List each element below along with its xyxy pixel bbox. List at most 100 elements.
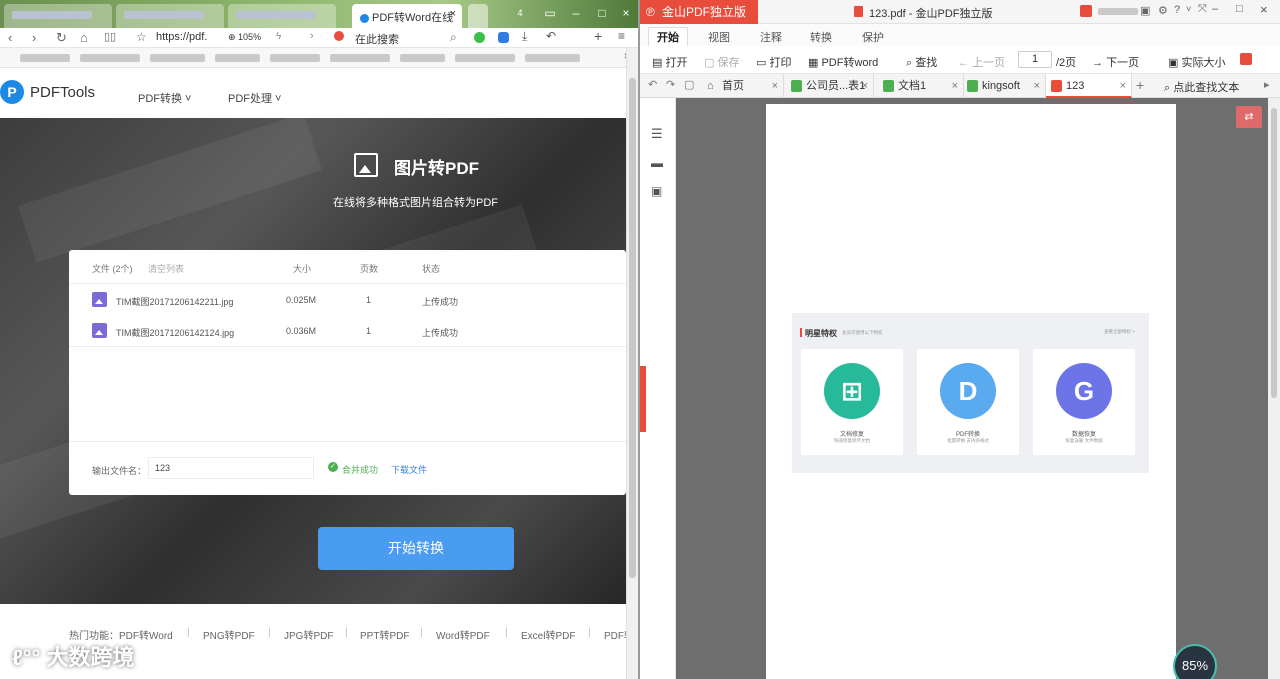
dropdown-icon[interactable]: ˅ xyxy=(1186,4,1191,14)
thumbnails-icon[interactable]: ▣ xyxy=(651,184,662,198)
lightning-icon[interactable]: ϟ xyxy=(276,31,281,42)
outline-icon[interactable]: ☰ xyxy=(651,126,663,142)
star-icon[interactable]: ☆ xyxy=(136,30,147,44)
app-badge[interactable]: ℗ 金山PDF独立版 xyxy=(640,0,758,24)
tab-close-icon[interactable]: × xyxy=(450,8,456,20)
menu-icon[interactable]: ≡ xyxy=(618,29,625,43)
bookmark-blurred[interactable] xyxy=(400,54,445,62)
footer-link[interactable]: Excel转PDF xyxy=(521,627,575,642)
redo-icon[interactable]: ↷ xyxy=(666,78,675,91)
extension-blue-icon[interactable] xyxy=(498,32,509,43)
restore-icon[interactable]: ▭ xyxy=(540,6,560,20)
footer-link[interactable]: PPT转PDF xyxy=(360,627,409,642)
tab-view[interactable]: 视图 xyxy=(708,29,730,45)
tab-annotate[interactable]: 注释 xyxy=(760,29,782,45)
add-icon[interactable]: + xyxy=(594,28,602,44)
address-input[interactable]: https://pdf. xyxy=(156,31,207,43)
download-icon[interactable]: ⤓ xyxy=(522,29,527,44)
bookmark-blurred[interactable] xyxy=(270,54,320,62)
help-icon[interactable]: ? xyxy=(1174,4,1180,16)
tab-close-icon[interactable]: × xyxy=(772,74,778,98)
tab-close-icon[interactable]: × xyxy=(1034,74,1040,98)
tab-close-icon[interactable]: × xyxy=(952,74,958,98)
pdftools-logo-icon[interactable]: P xyxy=(0,80,24,104)
bookmark-blurred[interactable] xyxy=(80,54,140,62)
undo-icon[interactable]: ↶ xyxy=(648,78,657,91)
output-filename-input[interactable]: 123 xyxy=(148,457,314,479)
skin-icon[interactable]: ▣ xyxy=(1140,4,1150,17)
tab-convert[interactable]: 转换 xyxy=(810,29,832,45)
close-window-icon[interactable]: × xyxy=(1260,2,1268,17)
print-button[interactable]: ▭ 打印 xyxy=(756,54,791,70)
tab-close-icon[interactable]: × xyxy=(1120,74,1126,98)
doc-tab-sheet[interactable]: 公司员...表1 × xyxy=(786,74,874,98)
user-avatar-icon[interactable] xyxy=(1080,5,1092,17)
search-icon[interactable]: ⌕ xyxy=(450,30,457,45)
tab-close-icon[interactable]: × xyxy=(862,74,868,98)
footer-link[interactable]: PNG转PDF xyxy=(203,627,255,642)
pdf-to-word-button[interactable]: ▦ PDF转word xyxy=(808,54,878,70)
nav-pdf-convert[interactable]: PDF转换 ˅ xyxy=(138,90,191,106)
save-icon[interactable]: ▢ xyxy=(684,78,694,91)
bookmark-blurred[interactable] xyxy=(20,54,70,62)
search-engine-icon[interactable] xyxy=(334,31,344,41)
fullscreen-icon[interactable]: ⤧ xyxy=(1198,3,1207,16)
zoom-indicator[interactable]: ⊕ 105% xyxy=(228,32,261,43)
brand-name[interactable]: PDFTools xyxy=(30,84,95,101)
settings-icon[interactable]: ⚙ xyxy=(1158,4,1168,17)
find-button[interactable]: ⌕ 查找 xyxy=(906,54,937,70)
bookmark-blurred[interactable] xyxy=(215,54,260,62)
panel-toggle-tab[interactable] xyxy=(640,366,646,432)
footer-link[interactable]: Word转PDF xyxy=(436,627,490,642)
minimize-icon[interactable]: – xyxy=(566,6,586,20)
clear-list-link[interactable]: 清空列表 xyxy=(148,262,184,275)
doc-tab-home[interactable]: ⌂ 首页 × xyxy=(702,74,784,98)
maximize-icon[interactable]: □ xyxy=(592,6,612,20)
bookmark-blurred[interactable] xyxy=(455,54,515,62)
doc-tab-doc1[interactable]: 文档1 × xyxy=(878,74,964,98)
forward-icon[interactable]: › xyxy=(32,30,36,45)
tab-protect[interactable]: 保护 xyxy=(862,29,884,45)
table-row[interactable]: TIM截图20171206142211.jpg 0.025M 1 上传成功 xyxy=(69,285,626,316)
next-page-button[interactable]: → 下一页 xyxy=(1092,54,1139,70)
undo-icon[interactable]: ↶ xyxy=(546,29,556,43)
browser-tab-blurred-2[interactable] xyxy=(116,4,224,28)
extension-wechat-icon[interactable] xyxy=(474,32,485,43)
open-button[interactable]: ▤ 打开 xyxy=(652,54,687,70)
save-button[interactable]: ▢ 保存 xyxy=(704,54,739,70)
doc-tab-123[interactable]: 123 × xyxy=(1046,74,1132,98)
browser-tab-blurred-3[interactable] xyxy=(228,4,336,28)
reload-icon[interactable]: ↻ xyxy=(56,30,67,46)
maximize-icon[interactable]: □ xyxy=(1236,3,1243,15)
prev-page-button[interactable]: ← 上一页 xyxy=(958,54,1005,70)
back-icon[interactable]: ‹ xyxy=(8,30,12,45)
scrollbar-thumb[interactable] xyxy=(1271,108,1277,398)
comments-icon[interactable]: ▬ xyxy=(651,156,663,170)
footer-link[interactable]: JPG转PDF xyxy=(284,627,333,642)
scrollbar-thumb[interactable] xyxy=(629,78,636,578)
search-box[interactable]: 在此搜索 xyxy=(355,31,399,47)
actual-size-button[interactable]: ▣ 实际大小 xyxy=(1168,54,1225,70)
table-row[interactable]: TIM截图20171206142124.jpg 0.036M 1 上传成功 xyxy=(69,316,626,347)
download-file-link[interactable]: 下载文件 xyxy=(391,463,427,476)
start-convert-button[interactable]: 开始转换 xyxy=(318,527,514,570)
more-tool-icon[interactable] xyxy=(1240,53,1252,65)
new-tab-button[interactable] xyxy=(468,4,488,28)
minimize-icon[interactable]: – xyxy=(1212,3,1218,15)
tab-list-icon[interactable]: ▸ xyxy=(1264,78,1270,91)
bookmark-blurred[interactable] xyxy=(330,54,390,62)
next-arrow-icon[interactable]: › xyxy=(310,30,314,42)
pdf-vertical-scrollbar[interactable] xyxy=(1268,98,1280,679)
tab-start[interactable]: 开始 xyxy=(648,27,688,46)
convert-float-icon[interactable]: ⇄ xyxy=(1236,106,1262,128)
home-icon[interactable]: ⌂ xyxy=(80,30,88,45)
find-text-box[interactable]: ⌕ 点此查找文本 xyxy=(1164,79,1239,95)
doc-tab-kingsoft[interactable]: kingsoft × xyxy=(962,74,1046,98)
bookmark-blurred[interactable] xyxy=(150,54,205,62)
browser-tab-active[interactable]: PDF转Word在线 × xyxy=(352,4,462,28)
bookmark-blurred[interactable] xyxy=(525,54,580,62)
nav-pdf-process[interactable]: PDF处理 ˅ xyxy=(228,90,281,106)
vertical-scrollbar[interactable] xyxy=(626,48,638,679)
page-number-input[interactable]: 1 xyxy=(1018,51,1052,68)
close-window-icon[interactable]: × xyxy=(616,6,636,20)
